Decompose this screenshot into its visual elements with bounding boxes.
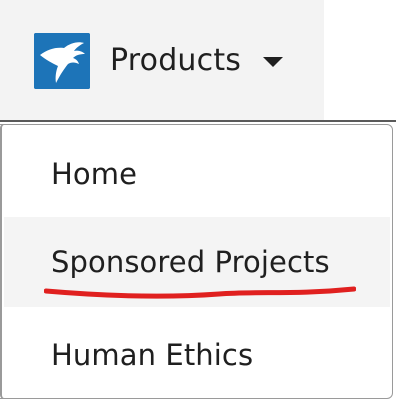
products-dropdown-toggle[interactable]: Products xyxy=(110,38,284,84)
menu-item-human-ethics[interactable]: Human Ethics xyxy=(4,312,390,398)
menu-item-home[interactable]: Home xyxy=(4,131,390,217)
caret-down-icon xyxy=(263,57,284,67)
navbar-right-blank xyxy=(324,0,396,121)
hand-logo-icon[interactable] xyxy=(34,33,90,89)
menu-item-label: Home xyxy=(51,157,138,191)
menu-item-label: Human Ethics xyxy=(51,338,254,372)
menu-item-sponsored-projects[interactable]: Sponsored Projects xyxy=(4,217,390,307)
menu-item-label: Sponsored Projects xyxy=(51,245,330,279)
products-label: Products xyxy=(110,43,242,78)
navbar-divider xyxy=(0,120,396,122)
page: Products Home Sponsored Projects Human E… xyxy=(0,0,396,401)
